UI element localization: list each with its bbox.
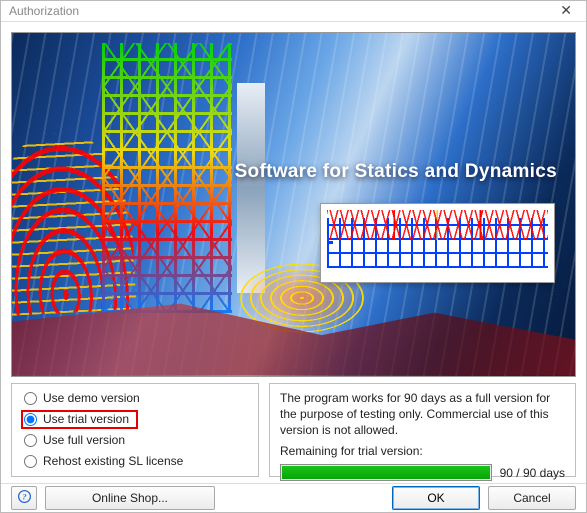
dialog-footer: ? Online Shop... OK Cancel xyxy=(1,483,586,512)
banner-model-bridge xyxy=(320,203,555,283)
remaining-progress-value: 90 / 90 days xyxy=(500,466,565,480)
online-shop-label: Online Shop... xyxy=(92,491,168,505)
cancel-label: Cancel xyxy=(513,491,550,505)
remaining-progress-bar xyxy=(280,464,492,481)
option-trial-label: Use trial version xyxy=(43,412,129,426)
option-rehost-label: Rehost existing SL license xyxy=(43,454,183,468)
ok-button[interactable]: OK xyxy=(392,486,480,510)
radio-rehost[interactable] xyxy=(24,455,37,468)
cancel-button[interactable]: Cancel xyxy=(488,486,576,510)
lower-panels: Use demo version Use trial version Use f… xyxy=(11,383,576,477)
remaining-label: Remaining for trial version: xyxy=(280,444,565,458)
radio-trial[interactable] xyxy=(24,413,37,426)
option-demo[interactable]: Use demo version xyxy=(22,390,248,407)
license-options-panel: Use demo version Use trial version Use f… xyxy=(11,383,259,477)
option-demo-label: Use demo version xyxy=(43,391,140,405)
online-shop-button[interactable]: Online Shop... xyxy=(45,486,215,510)
help-icon: ? xyxy=(17,489,32,507)
banner-image: Software for Statics and Dynamics xyxy=(11,32,576,377)
close-icon[interactable]: ✕ xyxy=(554,2,578,19)
radio-demo[interactable] xyxy=(24,392,37,405)
window-title: Authorization xyxy=(9,4,79,18)
option-full[interactable]: Use full version xyxy=(22,432,248,449)
option-rehost[interactable]: Rehost existing SL license xyxy=(22,453,248,470)
ok-label: OK xyxy=(427,491,444,505)
help-button[interactable]: ? xyxy=(11,486,37,510)
license-info-panel: The program works for 90 days as a full … xyxy=(269,383,576,477)
radio-full[interactable] xyxy=(24,434,37,447)
remaining-progress-fill xyxy=(282,466,490,479)
option-full-label: Use full version xyxy=(43,433,125,447)
banner-slogan: Software for Statics and Dynamics xyxy=(235,161,557,183)
option-trial[interactable]: Use trial version xyxy=(22,411,137,428)
license-description: The program works for 90 days as a full … xyxy=(280,390,565,439)
remaining-progress-row: 90 / 90 days xyxy=(280,464,565,481)
titlebar: Authorization ✕ xyxy=(1,1,586,22)
svg-text:?: ? xyxy=(22,491,26,501)
dialog-content: Software for Statics and Dynamics Use de… xyxy=(1,22,586,483)
